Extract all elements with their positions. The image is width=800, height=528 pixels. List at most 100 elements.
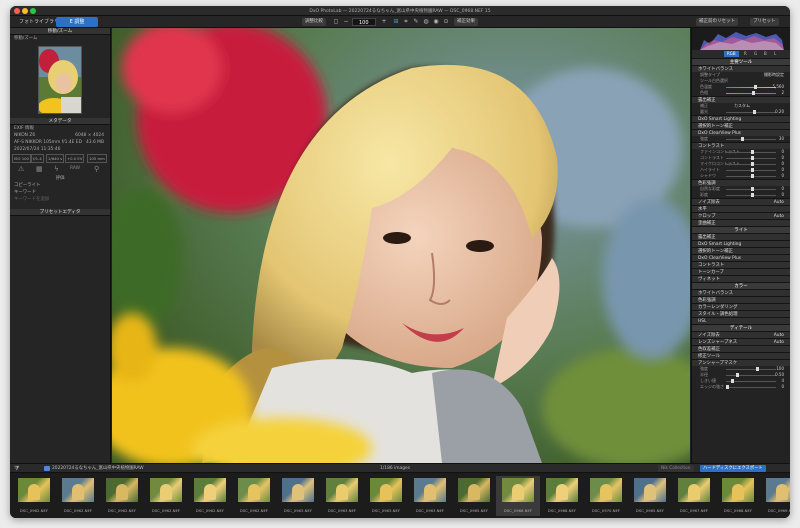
navigator-header[interactable]: 移動/ズーム [10,28,110,35]
category-light[interactable]: ライト [692,226,790,233]
tint-slider[interactable] [726,91,776,95]
section-exposure[interactable]: 露出補正 [692,96,790,103]
unsharp-slider[interactable] [726,379,776,383]
compare-button[interactable]: 調整比較 [302,18,326,26]
unsharp-slider[interactable] [726,367,776,371]
section-white-balance[interactable]: ホワイトバランス [692,65,790,72]
filmstrip-thumbnail[interactable]: DSC_0962.NEF [12,476,56,516]
crop-icon[interactable]: ⌗ [402,18,410,26]
contrast-row-slider[interactable] [726,168,776,172]
filmstrip-thumbnail[interactable]: DSC_0965.NEF [452,476,496,516]
section-smart-lighting[interactable]: DxO Smart Lighting [692,115,790,122]
filmstrip-thumbnail[interactable]: DSC_0970.NEF [584,476,628,516]
saturation-slider[interactable] [726,193,776,197]
section-clearview[interactable]: DxO ClearView Plus [692,129,790,136]
filter-icon[interactable]: ⧩ [14,465,19,473]
color-item[interactable]: 色彩強調 [692,296,790,303]
light-item[interactable]: トーンカーブ [692,268,790,275]
reset-button[interactable]: 補正前のリセット [696,18,738,26]
light-item[interactable]: コントラスト [692,261,790,268]
color-item[interactable]: HSL [692,317,790,324]
section-contrast[interactable]: コントラスト [692,142,790,149]
filmstrip-thumbnail[interactable]: DSC_0962.NEF [188,476,232,516]
eye-icon[interactable]: ◉ [432,18,440,26]
metadata-header[interactable]: メタデータ [10,118,110,125]
unsharp-value[interactable]: 0 [781,384,784,390]
detail-item[interactable]: アンシャープマスク [692,359,790,366]
filmstrip-thumbnail[interactable]: DSC_0962.NEF [56,476,100,516]
detail-item[interactable]: ノイズ除去 Auto [692,331,790,338]
contrast-row-slider[interactable] [726,156,776,160]
repair-icon[interactable]: ✎ [412,18,420,26]
light-item[interactable]: 選択的トーン補正 [692,247,790,254]
category-main-tools[interactable]: 主要ツール [692,58,790,65]
unsharp-slider[interactable] [726,385,776,389]
straighten-icon[interactable]: ⊞ [392,18,400,26]
channel-tab-l[interactable]: L [774,51,776,57]
channel-tab-rgb[interactable]: RGB [724,51,739,57]
detail-item[interactable]: 修正ツール [692,352,790,359]
contrast-row-slider[interactable] [726,150,776,154]
detail-item[interactable]: 色収差補正 [692,345,790,352]
folder-icon[interactable] [44,466,50,471]
category-detail[interactable]: ディテール [692,324,790,331]
folder-path[interactable]: 20220724るなちゃん_富山県中央植物園RAW [52,464,144,473]
eye-dropper-icon[interactable]: ⊙ [442,18,450,26]
filmstrip-thumbnail[interactable]: DSC_0966.NEF [496,476,540,516]
channel-tab-b[interactable]: B [764,51,767,57]
filmstrip-thumbnail[interactable]: DSC_0963.NEF [320,476,364,516]
photo-viewer[interactable] [112,28,690,463]
preset-editor-header[interactable]: プリセットエディタ [10,209,110,216]
zoom-level[interactable]: 100 [352,18,376,26]
tab-customize[interactable]: E 調整 [56,17,98,27]
exposure-slider[interactable] [726,110,776,114]
section-noise[interactable]: ノイズ除去 Auto [692,198,790,205]
unsharp-slider[interactable] [726,373,776,377]
clearview-slider[interactable] [726,137,776,141]
color-item[interactable]: スタイル・調色処理 [692,310,790,317]
filmstrip-thumbnail[interactable]: DSC_0962.NEF [232,476,276,516]
filmstrip-thumbnail[interactable]: DSC_0963.NEF [276,476,320,516]
light-item[interactable]: DxO ClearView Plus [692,254,790,261]
before-after-button[interactable]: 補正効果 [454,18,478,26]
light-item[interactable]: DxO Smart Lighting [692,240,790,247]
category-color[interactable]: カラー [692,282,790,289]
light-item[interactable]: ヴィネット [692,275,790,282]
zoom-window-button[interactable] [30,8,36,14]
export-button[interactable]: ハードディスクにエクスポート [700,465,766,472]
filmstrip-thumbnail[interactable]: DSC_0962.NEF [100,476,144,516]
temperature-slider[interactable] [726,85,776,89]
nik-collection-button[interactable]: Nik Collection [658,465,694,472]
preset-button[interactable]: プリセット [750,18,779,26]
vibrance-slider[interactable] [726,187,776,191]
filmstrip-thumbnail[interactable]: DSC_0968.NEF [716,476,760,516]
color-item[interactable]: カラーレンダリング [692,303,790,310]
section-selective-tone[interactable]: 選択的トーン補正 [692,122,790,129]
navigator-thumbnail[interactable] [38,46,82,114]
filmstrip-thumbnail[interactable]: DSC_0963.NEF [364,476,408,516]
zoom-out-icon[interactable]: − [342,18,350,26]
zoom-in-icon[interactable]: + [380,18,388,26]
fit-icon[interactable]: ◻ [332,18,340,26]
light-item[interactable]: 露出補正 [692,233,790,240]
detail-item[interactable]: レンズシャープネス Auto [692,338,790,345]
keyword-input[interactable]: キーワードを追加 [10,196,110,203]
close-window-button[interactable] [14,8,20,14]
filmstrip-thumbnail[interactable]: DSC_0962.NEF [144,476,188,516]
color-item[interactable]: ホワイトバランス [692,289,790,296]
channel-tab-g[interactable]: G [754,51,757,57]
section-horizon[interactable]: 水平 [692,205,790,212]
filmstrip-thumbnail[interactable]: DSC_0969.NEF [760,476,790,516]
filmstrip-thumbnail[interactable]: DSC_0967.NEF [672,476,716,516]
exif-label[interactable]: EXIF 情報 [10,125,110,132]
filmstrip-thumbnail[interactable]: DSC_0965.NEF [628,476,672,516]
filmstrip-thumbnail[interactable]: DSC_0963.NEF [408,476,452,516]
contrast-row-slider[interactable] [726,174,776,178]
channel-tab-r[interactable]: R [744,51,747,57]
local-adjust-icon[interactable]: ◍ [422,18,430,26]
section-crop[interactable]: クロップ Auto [692,212,790,219]
filmstrip-thumbnail[interactable]: DSC_0968.NEF [540,476,584,516]
minimize-window-button[interactable] [22,8,28,14]
section-vibrance[interactable]: 色彩強調 [692,179,790,186]
contrast-row-slider[interactable] [726,162,776,166]
